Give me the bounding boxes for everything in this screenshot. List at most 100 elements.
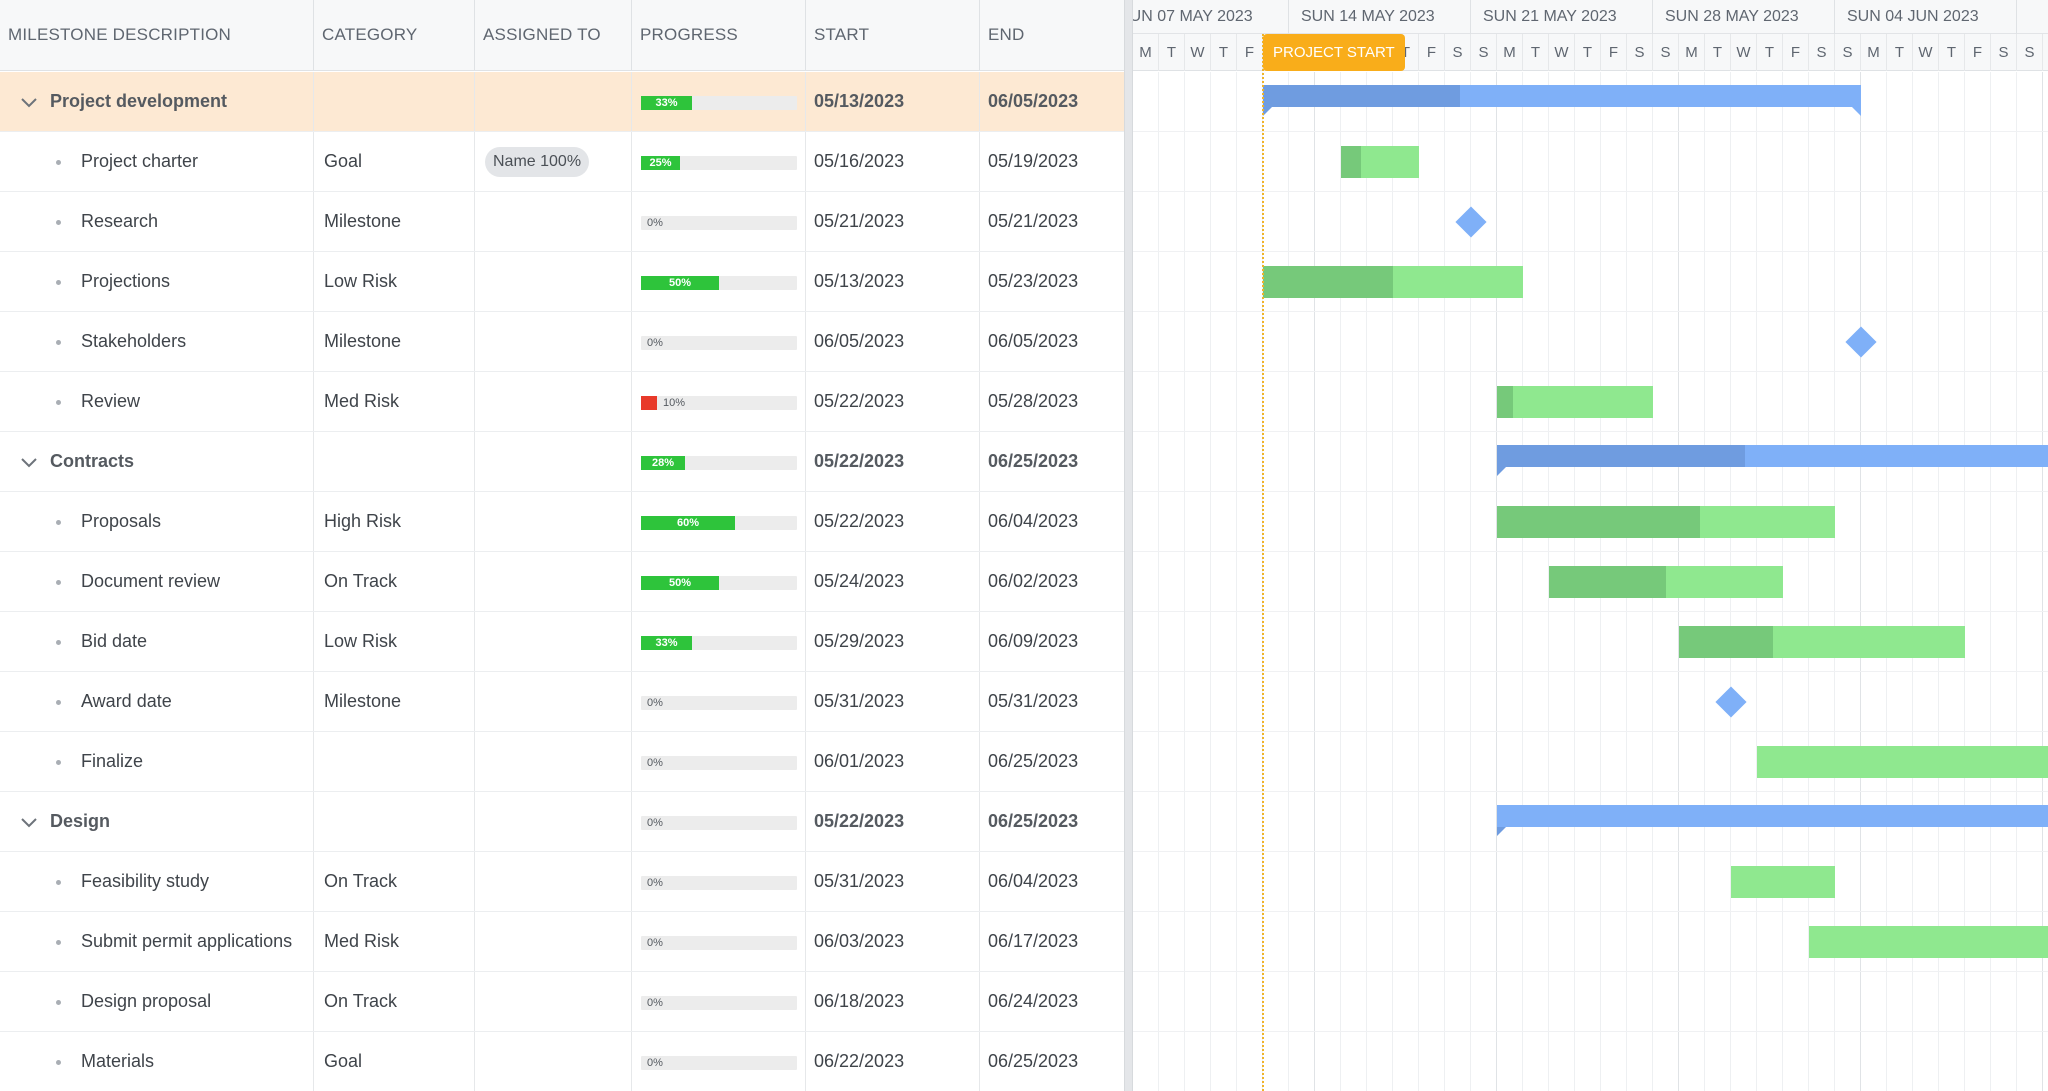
day-label: M	[1861, 34, 1887, 71]
task-row[interactable]: Stakeholders Milestone 0% 06/05/2023 06/05/2…	[0, 312, 1124, 372]
task-row[interactable]: Finalize 0% 06/01/2023 06/25/2023	[0, 732, 1124, 792]
bullet-icon	[56, 940, 61, 945]
assignee-chip[interactable]: Name 100%	[485, 147, 590, 177]
row-start-date: 05/21/2023	[806, 192, 980, 251]
group-row[interactable]: Project development 33% 05/13/2023 06/05/20…	[0, 72, 1124, 132]
row-assigned-cell	[475, 372, 632, 431]
row-end-date: 05/31/2023	[988, 691, 1079, 711]
day-label: T	[1757, 34, 1783, 71]
row-name: Feasibility study	[81, 852, 314, 911]
progress-label: 0%	[647, 1057, 663, 1069]
progress-bar: 10%	[641, 396, 797, 410]
day-label: M	[1679, 34, 1705, 71]
project-start-marker[interactable]: PROJECT START	[1263, 34, 1405, 71]
day-gridline	[1236, 72, 1237, 1091]
progress-label: 25%	[649, 157, 672, 169]
chevron-down-icon[interactable]	[20, 816, 38, 828]
row-name: Submit permit applications	[81, 912, 314, 971]
progress-bar: 0%	[641, 816, 797, 830]
task-bar[interactable]	[1497, 506, 1835, 538]
row-gridline	[1133, 491, 2048, 492]
task-row[interactable]: Materials Goal 0% 06/22/2023 06/25/2023	[0, 1032, 1124, 1091]
day-label: F	[1419, 34, 1445, 71]
bullet-icon	[56, 340, 61, 345]
summary-bar[interactable]	[1497, 445, 2048, 476]
row-gridline	[1133, 671, 2048, 672]
summary-bar[interactable]	[1497, 805, 2048, 836]
progress-label: 0%	[647, 937, 663, 949]
task-bar[interactable]	[1731, 866, 1835, 898]
row-start-date: 05/13/2023	[806, 72, 980, 131]
task-bar[interactable]	[1549, 566, 1783, 598]
column-header-end[interactable]: END	[980, 0, 1124, 71]
row-gridline	[1133, 971, 2048, 972]
task-row[interactable]: Review Med Risk 10% 05/22/2023 05/28/2023	[0, 372, 1124, 432]
column-header-category[interactable]: CATEGORY	[314, 0, 475, 71]
bullet-icon	[56, 700, 61, 705]
grid-timeline-splitter[interactable]	[1124, 0, 1133, 1091]
task-row[interactable]: Feasibility study On Track 0% 05/31/2023 06/…	[0, 852, 1124, 912]
row-name: Bid date	[81, 612, 314, 671]
row-category	[314, 432, 475, 491]
row-category: On Track	[314, 852, 475, 911]
row-name: Stakeholders	[81, 312, 314, 371]
diamond-icon[interactable]	[1845, 326, 1877, 358]
task-bar[interactable]	[1679, 626, 1965, 658]
row-category: Milestone	[314, 192, 475, 251]
row-gridline	[1133, 1031, 2048, 1032]
row-name: Research	[81, 192, 314, 251]
task-row[interactable]: Bid date Low Risk 33% 05/29/2023 06/09/2023	[0, 612, 1124, 672]
row-end-date: 06/02/2023	[988, 571, 1079, 591]
day-label: S	[1653, 34, 1679, 71]
task-bar[interactable]	[1757, 746, 2048, 778]
row-name: Project charter	[81, 132, 314, 191]
day-label: W	[1185, 34, 1211, 71]
summary-bar[interactable]	[1263, 85, 1861, 116]
progress-bar: 60%	[641, 516, 797, 530]
task-row[interactable]: Proposals High Risk 60% 05/22/2023 06/04/202…	[0, 492, 1124, 552]
task-row[interactable]: Projections Low Risk 50% 05/13/2023 05/23/20…	[0, 252, 1124, 312]
row-assigned-cell	[475, 192, 632, 251]
group-row[interactable]: Contracts 28% 05/22/2023 06/25/2023	[0, 432, 1124, 492]
row-start-date: 05/13/2023	[806, 252, 980, 311]
row-category	[314, 72, 475, 131]
row-end-date: 06/09/2023	[988, 631, 1079, 651]
row-start-date: 06/05/2023	[806, 312, 980, 371]
task-row[interactable]: Document review On Track 50% 05/24/2023 06/0…	[0, 552, 1124, 612]
task-row[interactable]: Project charter Goal Name 100% 25% 05/16/202…	[0, 132, 1124, 192]
column-header-description[interactable]: MILESTONE DESCRIPTION	[0, 0, 314, 71]
task-bar[interactable]	[1809, 926, 2048, 958]
day-label: S	[1835, 34, 1861, 71]
row-name: Document review	[81, 552, 314, 611]
task-row[interactable]: Design proposal On Track 0% 06/18/2023 06/24…	[0, 972, 1124, 1032]
task-row[interactable]: Research Milestone 0% 05/21/2023 05/21/2023	[0, 192, 1124, 252]
chevron-down-icon[interactable]	[20, 96, 38, 108]
progress-label: 50%	[668, 577, 692, 589]
progress-label: 0%	[647, 997, 663, 1009]
progress-bar: 28%	[641, 456, 797, 470]
week-label: SUN 07 MAY 2023	[1133, 0, 1289, 34]
row-category: Low Risk	[314, 612, 475, 671]
chevron-down-icon[interactable]	[20, 456, 38, 468]
task-bar[interactable]	[1497, 386, 1653, 418]
column-header-progress[interactable]: PROGRESS	[632, 0, 806, 71]
diamond-icon[interactable]	[1455, 206, 1487, 238]
row-assigned-cell	[475, 912, 632, 971]
row-start-date: 05/29/2023	[806, 612, 980, 671]
row-name: Project development	[50, 72, 314, 131]
column-header-assigned-to[interactable]: ASSIGNED TO	[475, 0, 632, 71]
summary-bar-progress	[1263, 85, 1460, 107]
row-name: Design proposal	[81, 972, 314, 1031]
task-row[interactable]: Submit permit applications Med Risk 0% 06/0…	[0, 912, 1124, 972]
progress-bar: 0%	[641, 936, 797, 950]
column-header-start[interactable]: START	[806, 0, 980, 71]
progress-label: 50%	[668, 277, 692, 289]
summary-bar-end-cap	[1852, 107, 1861, 116]
group-row[interactable]: Design 0% 05/22/2023 06/25/2023	[0, 792, 1124, 852]
day-label: T	[1705, 34, 1731, 71]
task-bar[interactable]	[1263, 266, 1523, 298]
task-row[interactable]: Award date Milestone 0% 05/31/2023 05/31/202…	[0, 672, 1124, 732]
bullet-icon	[56, 880, 61, 885]
task-bar[interactable]	[1341, 146, 1419, 178]
diamond-icon[interactable]	[1715, 686, 1747, 718]
